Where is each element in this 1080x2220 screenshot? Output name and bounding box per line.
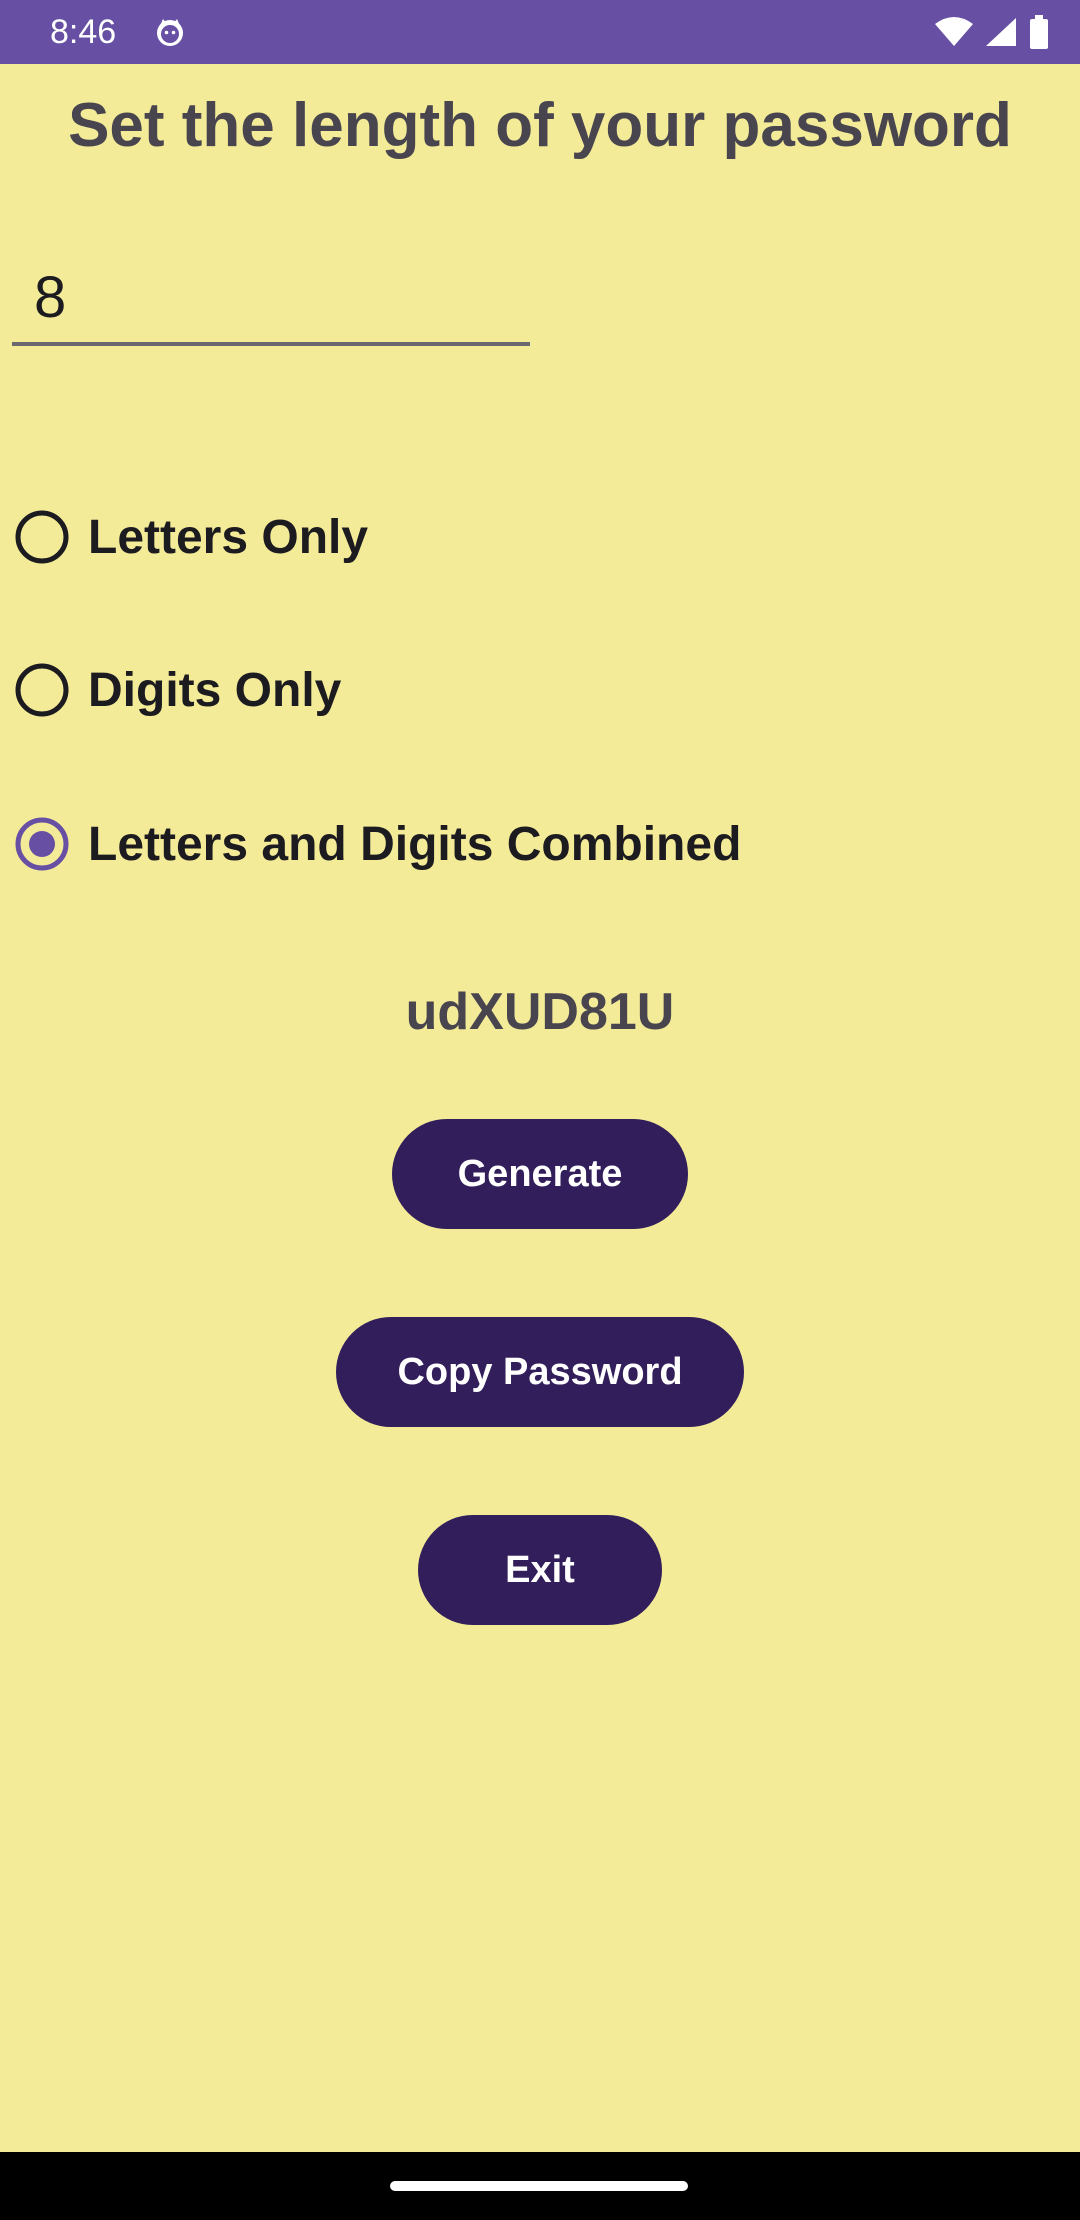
radio-letters-only[interactable]: Letters Only xyxy=(14,502,368,572)
signal-icon xyxy=(986,18,1016,46)
radio-unchecked-icon xyxy=(15,663,69,717)
password-length-input[interactable]: 8 xyxy=(12,244,530,346)
status-time: 8:46 xyxy=(50,13,117,51)
radio-label-digits-only: Digits Only xyxy=(88,663,342,717)
battery-icon xyxy=(1030,15,1048,49)
password-generator-screen: Set the length of your password 8 Letter… xyxy=(0,64,1080,2152)
wifi-icon xyxy=(935,17,973,46)
status-icons xyxy=(934,14,1050,50)
exit-button[interactable]: Exit xyxy=(418,1515,662,1625)
copy-password-button[interactable]: Copy Password xyxy=(336,1317,744,1427)
radio-letters-and-digits[interactable]: Letters and Digits Combined xyxy=(14,809,741,879)
page-title: Set the length of your password xyxy=(68,91,1012,160)
status-bar: 8:46 xyxy=(0,0,1080,64)
home-gesture-handle[interactable] xyxy=(390,2181,688,2191)
generated-password: udXUD81U xyxy=(405,983,675,1041)
radio-label-letters-only: Letters Only xyxy=(88,510,369,564)
generate-button[interactable]: Generate xyxy=(392,1119,688,1229)
radio-digits-only[interactable]: Digits Only xyxy=(14,655,341,725)
radio-label-letters-and-digits: Letters and Digits Combined xyxy=(88,817,742,871)
cat-notification-icon xyxy=(157,19,183,46)
radio-unchecked-icon xyxy=(15,510,69,564)
password-length-value: 8 xyxy=(34,265,67,330)
radio-checked-icon xyxy=(15,817,69,871)
navigation-bar xyxy=(0,2152,1080,2220)
